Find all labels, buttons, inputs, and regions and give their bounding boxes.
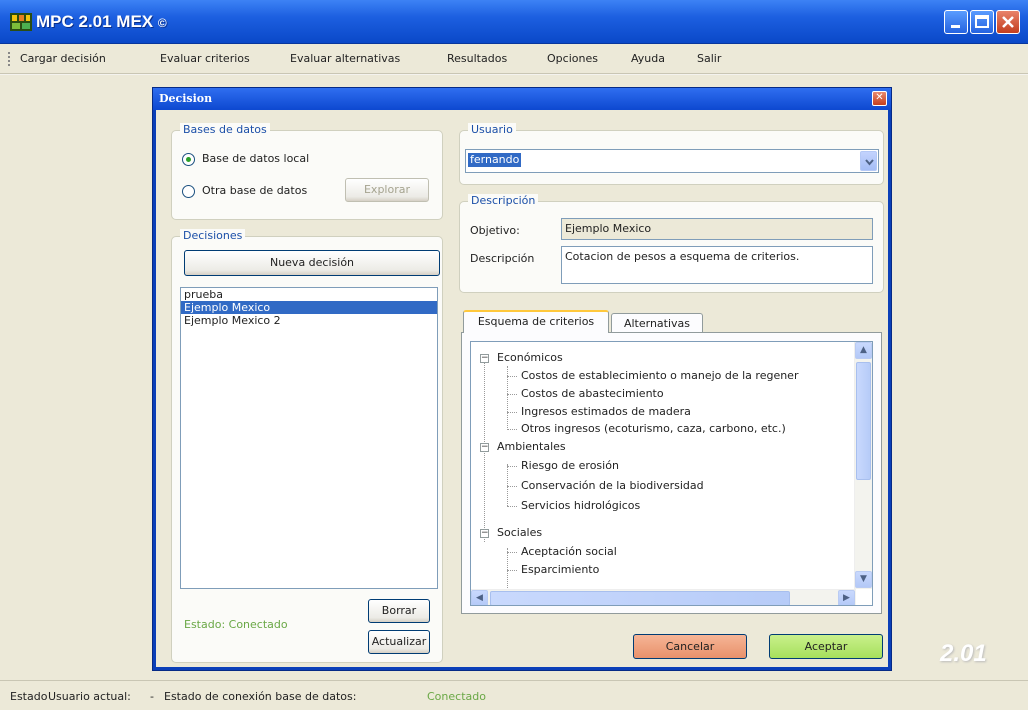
tree-node-sociales[interactable]: Sociales [497,525,542,541]
menu-salir[interactable]: Salir [697,52,721,65]
tree-guide [507,466,517,467]
tree-node[interactable]: Esparcimiento [521,562,599,578]
otra-base-label: Otra base de datos [202,184,308,197]
scroll-left-button[interactable]: ◀ [471,590,488,605]
usuario-dropdown-button[interactable] [860,151,877,171]
status-conexion-label: Estado de conexión base de datos: [164,690,357,703]
menu-resultados[interactable]: Resultados [447,52,507,65]
estado-conexion-label: Estado: Conectado [184,618,288,631]
scroll-right-button[interactable]: ▶ [838,590,855,605]
status-usuario-label: Usuario actual: [48,690,131,703]
tree-node[interactable]: Ingresos estimados de madera [521,404,691,420]
list-item[interactable]: Ejemplo Mexico [181,301,437,314]
tree-node[interactable]: Otros ingresos (ecoturismo, caza, carbon… [521,421,786,437]
dialog-title: Decision [159,92,213,105]
tree-guide [507,376,517,377]
tree-node[interactable]: Conservación de la biodiversidad [521,478,704,494]
menu-evaluar-criterios[interactable]: Evaluar criterios [160,52,250,65]
close-button[interactable] [996,10,1020,34]
app-logo-icon [10,13,32,31]
scroll-thumb[interactable] [490,591,790,605]
usuario-value: fernando [468,153,522,167]
usuario-legend: Usuario [468,123,516,136]
tree-node[interactable]: Servicios hidrológicos [521,498,640,514]
tree-guide [507,486,517,487]
descripcion-label: Descripción [470,252,535,265]
tree-guide [507,570,517,571]
status-bar: Estado Usuario actual: - Estado de conex… [0,680,1028,710]
app-titlebar: MPC 2.01 MEX © [0,0,1028,44]
tree-guide [507,429,517,430]
tree-guide [507,552,517,553]
objetivo-field[interactable]: Ejemplo Mexico [561,218,873,240]
maximize-button[interactable] [970,10,994,34]
minimize-button[interactable] [944,10,968,34]
tree-guide [507,394,517,395]
actualizar-button[interactable]: Actualizar [368,630,430,654]
dialog-close-button[interactable]: ✕ [872,91,887,106]
close-icon: ✕ [875,92,884,103]
tab-esquema-criterios[interactable]: Esquema de criterios [463,310,609,333]
decisiones-list[interactable]: prueba Ejemplo Mexico Ejemplo Mexico 2 [180,287,438,589]
tree-vertical-scrollbar[interactable]: ▲ ▼ [854,342,872,589]
tab-alternativas[interactable]: Alternativas [611,313,703,333]
tree-guide [507,464,508,506]
chevron-down-icon [865,159,874,166]
scroll-thumb[interactable] [856,362,871,480]
decisiones-group: Decisiones Nueva decisión prueba Ejemplo… [171,229,443,663]
tree-node[interactable]: Costos de abastecimiento [521,386,664,402]
bases-de-datos-group: Bases de datos Base de datos local Otra … [171,123,443,220]
scroll-up-button[interactable]: ▲ [855,342,872,359]
tree-node[interactable]: Costos de establecimiento o manejo de la… [521,368,798,384]
criterios-tree[interactable]: − Económicos Costos de establecimiento o… [470,341,873,606]
collapse-icon[interactable]: − [480,354,489,363]
status-estado-label: Estado [10,690,48,703]
descripcion-field[interactable]: Cotacion de pesos a esquema de criterios… [561,246,873,284]
status-conexion-value: Conectado [427,690,486,703]
menu-opciones[interactable]: Opciones [547,52,598,65]
tree-guide [507,412,517,413]
objetivo-label: Objetivo: [470,224,520,237]
version-watermark: 2.01 [940,640,987,667]
cancelar-button[interactable]: Cancelar [633,634,747,659]
menu-ayuda[interactable]: Ayuda [631,52,665,65]
tree-node-economicos[interactable]: Económicos [497,350,563,366]
menu-evaluar-alternativas[interactable]: Evaluar alternativas [290,52,400,65]
decision-dialog: Decision ✕ Bases de datos Base de datos … [153,88,891,670]
base-local-label: Base de datos local [202,152,310,165]
minimize-icon [951,25,960,28]
usuario-select[interactable]: fernando [465,149,879,173]
menu-grip [8,52,10,66]
borrar-button[interactable]: Borrar [368,599,430,623]
aceptar-button[interactable]: Aceptar [769,634,883,659]
status-separator: - [150,690,154,703]
collapse-icon[interactable]: − [480,529,489,538]
list-item[interactable]: Ejemplo Mexico 2 [181,314,437,327]
esquema-tabpanel: − Económicos Costos de establecimiento o… [461,332,882,614]
bases-legend: Bases de datos [180,123,270,136]
menu-bar: Cargar decisión Evaluar criterios Evalua… [0,44,1028,74]
list-item[interactable]: prueba [181,288,437,301]
close-icon [1002,16,1014,28]
radio-base-local[interactable] [182,153,195,166]
tree-node[interactable]: Riesgo de erosión [521,458,619,474]
tree-node-ambientales[interactable]: Ambientales [497,439,566,455]
tree-horizontal-scrollbar[interactable]: ◀ ▶ [471,589,856,605]
usuario-group: Usuario fernando [459,123,884,185]
collapse-icon[interactable]: − [480,443,489,452]
decisiones-legend: Decisiones [180,229,246,242]
radio-otra-base[interactable] [182,185,195,198]
dialog-titlebar: Decision ✕ [153,88,891,110]
maximize-icon [975,15,989,28]
nueva-decision-button[interactable]: Nueva decisión [184,250,440,276]
explorar-button[interactable]: Explorar [345,178,429,202]
descripcion-group: Descripción Objetivo: Ejemplo Mexico Des… [459,194,884,293]
tree-guide [507,506,517,507]
descripcion-legend: Descripción [468,194,539,207]
app-title: MPC 2.01 MEX © [36,12,167,31]
menu-cargar-decision[interactable]: Cargar decisión [20,52,106,65]
scroll-down-button[interactable]: ▼ [855,571,872,588]
tree-node[interactable]: Aceptación social [521,544,617,560]
